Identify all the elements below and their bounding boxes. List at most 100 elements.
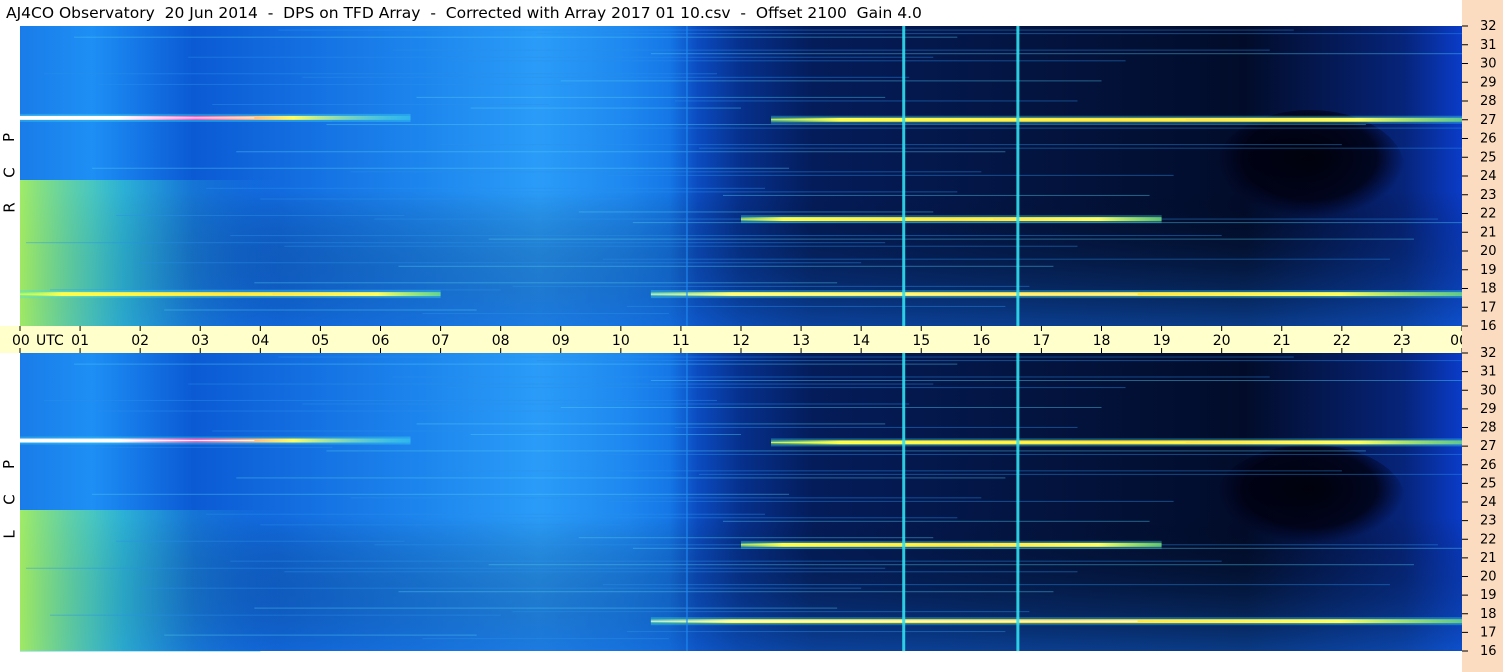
rcp-freq-tick-label: 16 [1480, 319, 1497, 334]
lcp-freq-tick-label: 27 [1480, 439, 1497, 454]
rcp-streak [284, 245, 1078, 247]
time-tick-label: 22 [1333, 333, 1351, 349]
lcp-streak [488, 564, 1414, 566]
lcp-streak [350, 497, 982, 499]
rcp-freq-tick-label: 20 [1480, 244, 1497, 259]
spectrogram-chart: 00 01 02 03 04 05 06 07 08 09 10 11 12 13 14 15 16 17 18 19… [0, 0, 1503, 672]
rcp-panel-label: P C R [0, 120, 20, 225]
rcp-streak [422, 313, 669, 315]
rcp-freq-tick-label: 21 [1480, 225, 1497, 240]
time-tick-label: 10 [612, 333, 630, 349]
lcp-streak [698, 473, 1462, 475]
time-tick-label: 16 [972, 333, 990, 349]
lcp-streak [398, 591, 1054, 593]
lcp-streak [98, 410, 573, 412]
rcp-streak [206, 187, 766, 189]
rcp-freq-tick-label: 28 [1480, 94, 1497, 109]
lcp-freq-tick-label: 25 [1480, 476, 1497, 491]
lcp-streak [440, 470, 1342, 472]
time-tick-label: 14 [852, 333, 870, 349]
rcp-freq-tick-label: 31 [1480, 38, 1497, 53]
rcp-streak [626, 305, 1006, 307]
rcp-streak [44, 73, 717, 75]
time-tick-label: 09 [552, 333, 570, 349]
lcp-streak [74, 363, 958, 365]
rcp-freq-tick-label: 27 [1480, 113, 1497, 128]
lcp-band-core [20, 440, 255, 442]
lcp-freq-tick-label: 17 [1480, 625, 1497, 640]
rcp-label-p: R [0, 202, 19, 213]
rcp-label-c: C [0, 167, 19, 178]
lcp-streak [512, 611, 1030, 613]
rcp-streak [278, 29, 1294, 31]
time-tick-label: 03 [191, 333, 209, 349]
lcp-freq-tick-label: 21 [1480, 551, 1497, 566]
rcp-streak [512, 285, 1030, 287]
rcp-streak [260, 198, 621, 200]
lcp-streak [722, 520, 1150, 522]
lcp-streak [50, 614, 501, 616]
rcp-streak [464, 191, 958, 193]
time-tick-label: 15 [912, 333, 930, 349]
rcp-streak [254, 282, 838, 284]
rcp-streak [650, 53, 1462, 55]
lcp-streak [464, 517, 958, 519]
time-tick-label: 07 [432, 333, 450, 349]
rcp-band-core [771, 119, 1186, 121]
lcp-streak [206, 513, 766, 515]
time-tick-label: 04 [251, 333, 269, 349]
lcp-freq-tick-label: 30 [1480, 383, 1497, 398]
lcp-streak [212, 430, 549, 432]
time-tick-label: 12 [732, 333, 750, 349]
rcp-panel [20, 26, 1462, 327]
rcp-label-r: P [0, 132, 19, 143]
lcp-vertical-line [902, 353, 906, 651]
rcp-streak [230, 235, 1222, 237]
lcp-streak [392, 376, 1270, 378]
lcp-freq-tick-label: 20 [1480, 570, 1497, 585]
lcp-streak [26, 567, 886, 569]
time-tick-label: 13 [792, 333, 810, 349]
time-tick-label: 05 [312, 333, 330, 349]
lcp-panel [20, 353, 1462, 652]
lcp-freq-tick-label: 29 [1480, 402, 1497, 417]
rcp-band-core [650, 293, 1138, 295]
rcp-streak [416, 96, 886, 98]
lcp-streak [284, 571, 1078, 573]
lcp-vertical-line [685, 353, 688, 651]
time-tick-label: 01 [71, 333, 89, 349]
time-tick-label: 18 [1093, 333, 1111, 349]
rcp-streak [326, 124, 1366, 126]
rcp-freq-tick-label: 22 [1480, 207, 1497, 222]
lcp-streak [230, 560, 1222, 562]
lcp-freq-tick-label: 23 [1480, 514, 1497, 529]
lcp-vertical-line [1016, 353, 1020, 651]
lcp-streak [92, 493, 790, 495]
rcp-streak [116, 215, 405, 216]
rcp-vertical-line [685, 26, 688, 326]
rcp-streak [560, 80, 1102, 82]
rcp-streak [350, 171, 982, 173]
rcp-freq-tick-label: 17 [1480, 300, 1497, 315]
lcp-streak [422, 638, 669, 640]
lcp-freq-tick-label: 19 [1480, 588, 1497, 603]
lcp-streak [164, 634, 477, 636]
rcp-streak [602, 258, 1390, 260]
lcp-streak [260, 524, 621, 526]
time-tick-label: 11 [672, 333, 690, 349]
rcp-streak [584, 127, 1462, 129]
rcp-streak [236, 151, 1006, 153]
rcp-streak [698, 147, 1462, 149]
lcp-streak [188, 383, 934, 385]
rcp-streak [26, 242, 886, 244]
time-tick-label: 17 [1033, 333, 1051, 349]
rcp-freq-tick-label: 23 [1480, 188, 1497, 203]
rcp-streak [536, 33, 1462, 35]
rcp-band-core [741, 218, 994, 220]
lcp-freq-tick-label: 24 [1480, 495, 1497, 510]
lcp-streak [602, 584, 1390, 586]
lcp-dark-lobe [1215, 445, 1405, 555]
lcp-freq-tick-label: 26 [1480, 458, 1497, 473]
rcp-streak [446, 60, 1126, 62]
rcp-freq-tick-label: 24 [1480, 169, 1497, 184]
